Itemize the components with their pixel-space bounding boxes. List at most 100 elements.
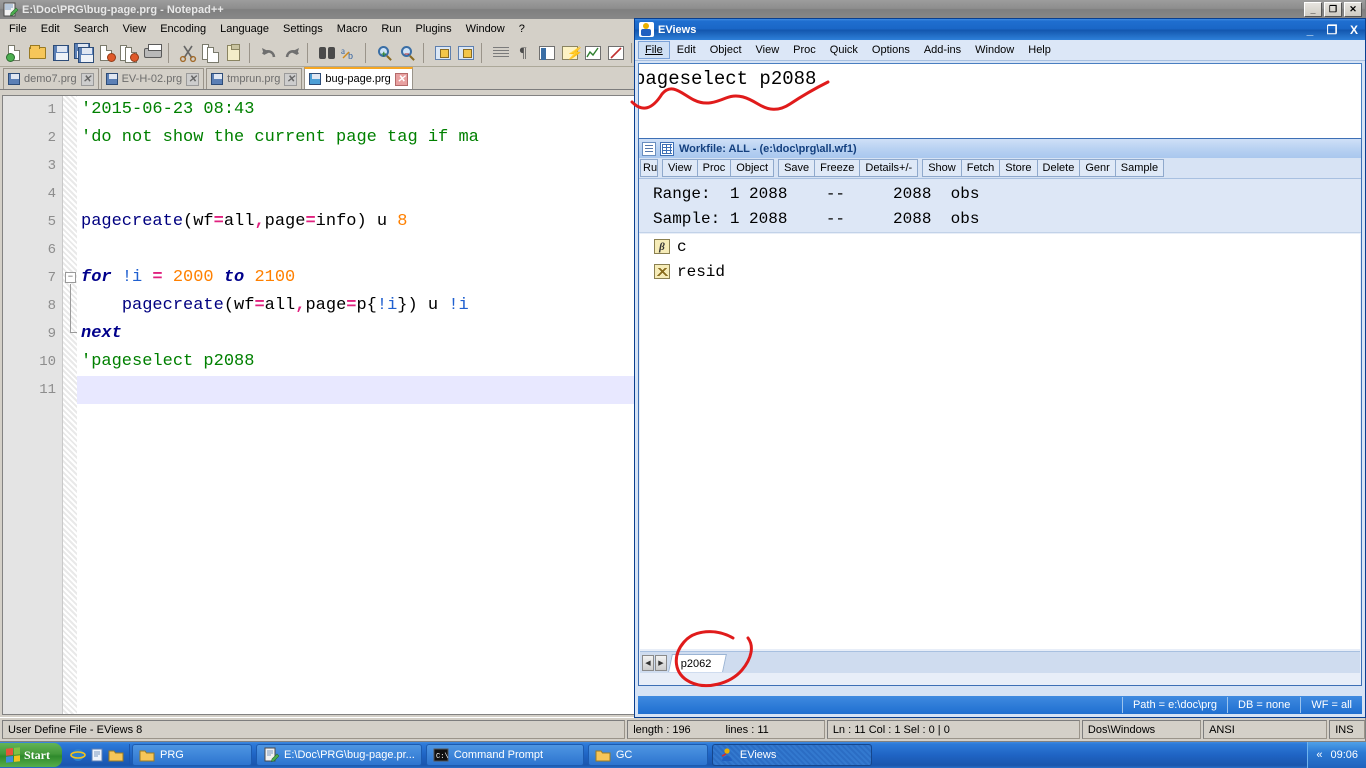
wf-button-fetch[interactable]: Fetch <box>960 159 1001 177</box>
sync-vertical-icon[interactable] <box>432 42 454 64</box>
restore-button[interactable]: ❐ <box>1324 2 1342 17</box>
menu-search[interactable]: Search <box>67 20 116 38</box>
wf-button-details[interactable]: Details+/- <box>859 159 919 177</box>
function-list-icon[interactable] <box>605 42 627 64</box>
workfile-page-tab-p2062[interactable]: p2062 <box>668 653 727 672</box>
wf-button-delete[interactable]: Delete <box>1036 159 1081 177</box>
replace-icon[interactable]: ab <box>339 42 361 64</box>
tab-scroll-right-icon[interactable]: ▶ <box>655 654 667 671</box>
close-button[interactable]: ✕ <box>1344 2 1362 17</box>
file-tab-bug-page[interactable]: bug-page.prg ✕ <box>304 67 413 89</box>
fold-collapse-icon[interactable]: − <box>65 272 76 283</box>
new-file-icon[interactable] <box>4 42 26 64</box>
eviews-menu-edit[interactable]: Edit <box>670 41 703 59</box>
wf-button-freeze[interactable]: Freeze <box>814 159 861 177</box>
undo-icon[interactable] <box>258 42 280 64</box>
eviews-command-window[interactable]: pageselect p2088 <box>638 63 1362 147</box>
open-file-icon[interactable] <box>27 42 49 64</box>
taskbar-item-prg[interactable]: PRG <box>132 744 252 766</box>
wf-button-genr[interactable]: Genr <box>1079 159 1116 177</box>
taskbar-item-eviews[interactable]: EViews <box>711 744 872 766</box>
wf-button-save[interactable]: Save <box>778 159 816 177</box>
workfile-object-resid[interactable]: resid <box>640 259 1360 284</box>
close-tab-icon[interactable]: ✕ <box>186 72 200 86</box>
workfile-object-list[interactable]: β c resid <box>640 234 1360 649</box>
udl-dialog-icon[interactable]: ⚡ <box>559 42 582 64</box>
eviews-menu-object[interactable]: Object <box>703 41 749 59</box>
word-wrap-icon[interactable] <box>490 42 512 64</box>
workfile-range-panel: Range: 1 2088 -- 2088 obs Sample: 1 2088… <box>639 179 1361 233</box>
close-tab-icon[interactable]: ✕ <box>394 72 408 86</box>
workfile-page-tabstrip: ◀ ▶ p2062 <box>640 651 1360 673</box>
close-tab-icon[interactable]: ✕ <box>284 72 298 86</box>
eviews-menu-quick[interactable]: Quick <box>823 41 865 59</box>
eviews-minimize-button[interactable]: _ <box>1299 20 1321 40</box>
zoom-in-icon[interactable]: + <box>374 42 396 64</box>
code-line-8: pagecreate(wf=all,page=p{!i}) u !i <box>81 292 469 320</box>
eviews-close-button[interactable]: X <box>1343 20 1365 40</box>
show-all-chars-icon[interactable]: ¶ <box>513 42 535 64</box>
close-all-icon[interactable] <box>119 42 141 64</box>
eviews-menu-options[interactable]: Options <box>865 41 917 59</box>
wf-button-store[interactable]: Store <box>999 159 1038 177</box>
menu-settings[interactable]: Settings <box>276 20 330 38</box>
window-menu-icon[interactable] <box>642 141 656 156</box>
menu-plugins[interactable]: Plugins <box>409 20 459 38</box>
wf-button-view[interactable]: View <box>662 159 698 177</box>
menu-edit[interactable]: Edit <box>34 20 67 38</box>
eviews-restore-button[interactable]: ❐ <box>1321 20 1343 40</box>
wf-button-object[interactable]: Object <box>730 159 775 177</box>
menu-window[interactable]: Window <box>459 20 512 38</box>
taskbar-item-notepadpp[interactable]: E:\Doc\PRG\bug-page.pr... <box>256 744 422 766</box>
menu-file[interactable]: File <box>2 20 34 38</box>
folder-icon[interactable] <box>108 747 124 763</box>
tray-clock[interactable]: 09:06 <box>1330 749 1358 761</box>
save-all-icon[interactable] <box>73 42 95 64</box>
taskbar-item-gc[interactable]: GC <box>587 744 708 766</box>
find-icon[interactable] <box>316 42 338 64</box>
eviews-menu-proc[interactable]: Proc <box>786 41 823 59</box>
tab-scroll-left-icon[interactable]: ◀ <box>642 654 654 671</box>
indent-guide-icon[interactable] <box>536 42 558 64</box>
paste-icon[interactable] <box>223 42 245 64</box>
zoom-out-icon[interactable]: − <box>397 42 419 64</box>
wf-button-show[interactable]: Show <box>922 159 962 177</box>
wf-button-proc[interactable]: Proc <box>696 159 732 177</box>
tray-expand-icon[interactable]: « <box>1316 749 1322 761</box>
ie-icon[interactable] <box>70 747 86 763</box>
eviews-menu-file[interactable]: File <box>638 41 670 59</box>
workfile-object-c[interactable]: β c <box>640 234 1360 259</box>
eviews-menu-view[interactable]: View <box>749 41 787 59</box>
menu-run[interactable]: Run <box>374 20 408 38</box>
file-tab-demo7[interactable]: demo7.prg ✕ <box>3 68 99 89</box>
code-token: = <box>213 212 224 231</box>
fold-column[interactable] <box>63 96 77 714</box>
close-file-icon[interactable] <box>96 42 118 64</box>
save-icon[interactable] <box>50 42 72 64</box>
eviews-menu-help[interactable]: Help <box>1021 41 1058 59</box>
wf-button-run[interactable]: Ru <box>640 159 658 177</box>
menu-encoding[interactable]: Encoding <box>153 20 213 38</box>
code-line-1: '2015-06-23 08:43 <box>81 96 254 124</box>
sync-horizontal-icon[interactable] <box>455 42 477 64</box>
copy-icon[interactable] <box>200 42 222 64</box>
doc-map-icon[interactable] <box>582 42 604 64</box>
eviews-menu-window[interactable]: Window <box>968 41 1021 59</box>
minimize-button[interactable]: _ <box>1304 2 1322 17</box>
menu-language[interactable]: Language <box>213 20 276 38</box>
eviews-menu-addins[interactable]: Add-ins <box>917 41 968 59</box>
close-tab-icon[interactable]: ✕ <box>80 72 94 86</box>
menu-help[interactable]: ? <box>512 20 532 38</box>
notepad-icon[interactable] <box>89 747 105 763</box>
file-tab-tmprun[interactable]: tmprun.prg ✕ <box>206 68 303 89</box>
taskbar-item-command-prompt[interactable]: C:\ Command Prompt <box>425 744 584 766</box>
fold-end-marker <box>70 332 77 333</box>
cut-icon[interactable] <box>177 42 199 64</box>
menu-view[interactable]: View <box>116 20 154 38</box>
print-icon[interactable] <box>142 42 164 64</box>
file-tab-ev-h-02[interactable]: EV-H-02.prg ✕ <box>100 68 205 89</box>
start-button[interactable]: Start <box>0 743 62 767</box>
menu-macro[interactable]: Macro <box>330 20 375 38</box>
wf-button-sample[interactable]: Sample <box>1114 159 1165 177</box>
redo-icon[interactable] <box>281 42 303 64</box>
